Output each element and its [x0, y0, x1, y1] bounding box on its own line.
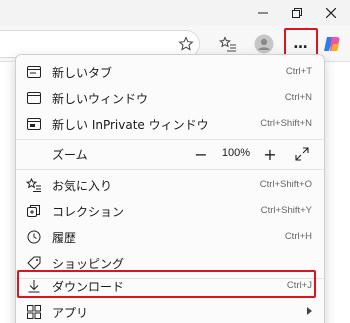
- menu-item-apps[interactable]: アプリ: [16, 299, 324, 323]
- minimize-button[interactable]: [246, 0, 280, 26]
- new-window-label: 新しいウィンドウ: [52, 92, 149, 106]
- restore-button[interactable]: [280, 0, 314, 26]
- favorites-list-icon: [219, 36, 236, 52]
- star-icon: [178, 36, 194, 51]
- menu-item-new-window[interactable]: 新しいウィンドウ Ctrl+N: [16, 85, 324, 111]
- menu-item-zoom: ズーム − 100% +: [16, 141, 324, 167]
- menu-item-new-inprivate-window[interactable]: 新しい InPrivate ウィンドウ Ctrl+Shift+N: [16, 111, 324, 137]
- collections-label: コレクション: [52, 205, 125, 219]
- favorites-label: お気に入り: [52, 179, 113, 193]
- new-inprivate-label: 新しい InPrivate ウィンドウ: [52, 118, 209, 132]
- fullscreen-button[interactable]: [292, 144, 312, 164]
- new-inprivate-shortcut: Ctrl+Shift+N: [260, 118, 312, 129]
- downloads-highlight-box: [17, 270, 316, 298]
- menu-divider: [16, 169, 324, 170]
- apps-icon: [26, 304, 42, 320]
- shopping-tag-icon: [26, 255, 42, 271]
- zoom-level: 100%: [221, 147, 251, 159]
- history-icon: [26, 229, 42, 245]
- new-tab-icon: [26, 64, 42, 80]
- profile-icon: [254, 34, 274, 54]
- collections-shortcut: Ctrl+Shift+Y: [260, 205, 312, 216]
- inprivate-window-icon: [26, 116, 42, 132]
- new-tab-shortcut: Ctrl+T: [285, 66, 312, 77]
- history-shortcut: Ctrl+H: [284, 231, 312, 242]
- title-bar: [0, 0, 350, 26]
- collections-icon: [26, 203, 42, 219]
- zoom-out-button[interactable]: −: [190, 143, 212, 165]
- menu-item-collections[interactable]: コレクション Ctrl+Shift+Y: [16, 198, 324, 224]
- copilot-icon: [324, 37, 340, 51]
- fullscreen-icon: [295, 147, 309, 161]
- close-icon: [326, 8, 336, 18]
- history-label: 履歴: [52, 231, 77, 245]
- menu-item-new-tab[interactable]: 新しいタブ Ctrl+T: [16, 59, 324, 85]
- copilot-button[interactable]: [318, 30, 346, 58]
- restore-icon: [292, 8, 302, 18]
- zoom-label: ズーム: [52, 148, 88, 162]
- apps-label: アプリ: [52, 306, 89, 320]
- new-window-shortcut: Ctrl+N: [284, 92, 312, 103]
- favorites-shortcut: Ctrl+Shift+O: [259, 179, 312, 190]
- minimize-icon: [258, 12, 268, 14]
- submenu-arrow-icon: [307, 307, 312, 315]
- menu-item-history[interactable]: 履歴 Ctrl+H: [16, 224, 324, 250]
- menu-divider: [16, 139, 324, 140]
- close-button[interactable]: [314, 0, 348, 26]
- menu-item-favorites[interactable]: お気に入り Ctrl+Shift+O: [16, 172, 324, 198]
- new-tab-label: 新しいタブ: [52, 66, 113, 80]
- more-icon: …: [293, 35, 309, 52]
- zoom-in-button[interactable]: +: [259, 143, 281, 165]
- favorites-icon: [26, 177, 42, 193]
- new-window-icon: [26, 90, 42, 106]
